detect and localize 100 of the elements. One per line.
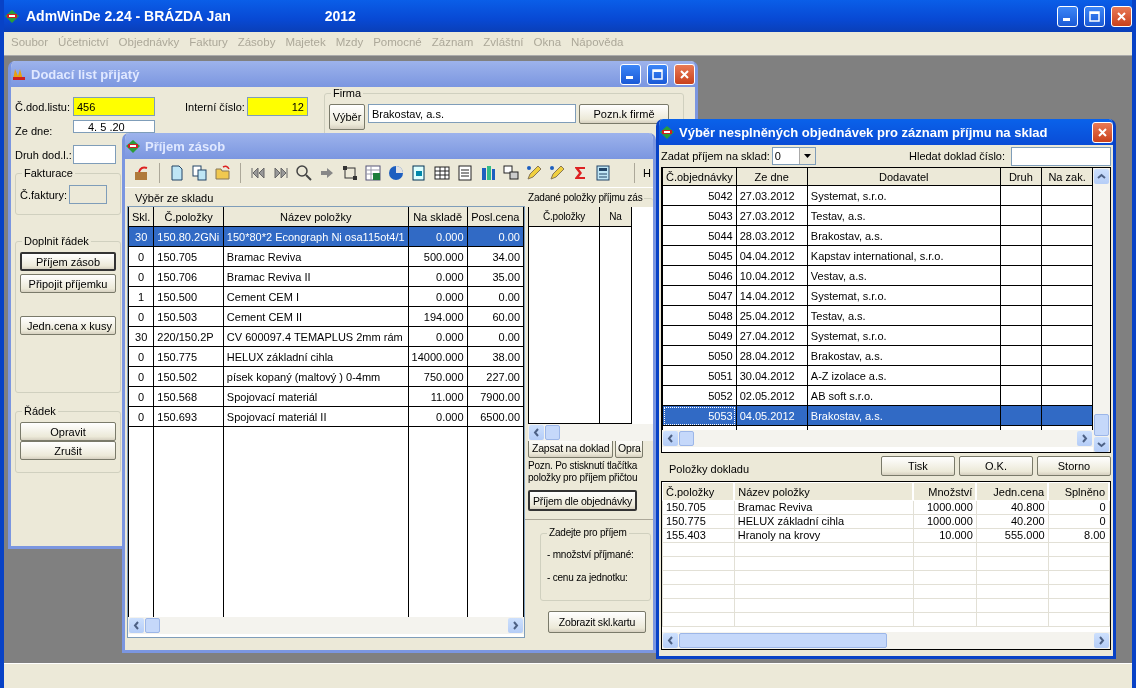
table-cell: 0	[1048, 514, 1109, 529]
table-cell: 0	[128, 246, 154, 267]
warehouse-dropdown[interactable]: 0	[771, 147, 816, 165]
field-label: Druh dod.l.:	[15, 148, 71, 161]
scroll-thumb[interactable]	[679, 431, 694, 446]
column-header[interactable]: Dodavatel	[807, 168, 1001, 186]
input-field[interactable]: Brakostav, a.s.	[368, 104, 576, 123]
field-label: Ze dne:	[15, 124, 54, 137]
column-header[interactable]: Posl.cena	[467, 207, 524, 227]
document-icon[interactable]	[168, 164, 186, 182]
action-button[interactable]: Připojit příjemku	[20, 274, 116, 293]
group-label: Doplnit řádek	[22, 235, 91, 247]
column-header[interactable]: Č.objednávky	[662, 168, 737, 186]
table-cell: 34.00	[467, 246, 524, 267]
table-cell: 1000.000	[913, 500, 977, 515]
empty-cell	[913, 612, 977, 627]
input-field[interactable]	[69, 185, 108, 204]
spreadsheet-icon[interactable]	[364, 164, 382, 182]
column-header[interactable]: Č.položky	[528, 207, 600, 227]
maximize-button[interactable]	[647, 63, 668, 85]
table-icon[interactable]	[433, 164, 451, 182]
table-cell: Vestav, a.s.	[807, 265, 1001, 286]
copy-icon[interactable]	[191, 164, 209, 182]
scrollbar[interactable]	[1093, 168, 1110, 452]
empty-cell	[1041, 205, 1093, 226]
pencil-icon[interactable]	[548, 164, 566, 182]
search-icon[interactable]	[295, 164, 313, 182]
table-cell: 27.04.2012	[736, 325, 808, 346]
table-cell: 150.705	[662, 500, 735, 515]
maximize-button[interactable]	[1084, 5, 1105, 27]
window-title: Příjem zásob	[145, 138, 226, 154]
input-field[interactable]: 12	[247, 97, 308, 116]
windows-icon[interactable]	[502, 164, 520, 182]
table-cell: 0.00	[467, 286, 524, 307]
column-header[interactable]: Č.položky	[662, 482, 735, 501]
pie-chart-icon[interactable]	[387, 164, 405, 182]
search-field[interactable]	[1011, 146, 1111, 166]
dialog-button[interactable]: Tisk	[881, 456, 955, 476]
close-button[interactable]	[1092, 121, 1113, 143]
table-cell: Systemat, s.r.o.	[807, 185, 1001, 206]
scrollbar[interactable]	[662, 632, 1110, 649]
column-header[interactable]: Na zak.	[1041, 168, 1093, 186]
page-icon[interactable]	[410, 164, 428, 182]
scroll-thumb[interactable]	[679, 633, 887, 648]
scroll-thumb[interactable]	[545, 425, 560, 440]
empty-cell	[1041, 185, 1093, 206]
stock-card-button[interactable]: Zobrazit skl.kartu	[548, 611, 646, 633]
date-field[interactable]: 4. 5 .20	[73, 120, 155, 133]
column-header[interactable]: Č.položky	[153, 207, 224, 227]
field-label: Hledat doklad číslo:	[909, 150, 1005, 162]
scrollbar[interactable]	[128, 617, 524, 634]
table-cell: 28.04.2012	[736, 345, 808, 366]
table-cell: 150.705	[153, 246, 224, 267]
column-header[interactable]: Druh	[1000, 168, 1042, 186]
input-field[interactable]: 456	[73, 97, 155, 116]
select-button[interactable]: Výběr	[329, 104, 365, 130]
table-cell: Systemat, s.r.o.	[807, 325, 1001, 346]
list-icon[interactable]	[456, 164, 474, 182]
column-header[interactable]: Název položky	[734, 482, 914, 501]
column-header[interactable]: Jedn.cena	[976, 482, 1049, 501]
column-header[interactable]: Na skladě	[408, 207, 468, 227]
table-cell: Spojovací materiál	[223, 386, 409, 407]
action-button[interactable]: Příjem zásob	[20, 252, 116, 271]
column-header[interactable]: Množství	[913, 482, 977, 501]
close-button[interactable]	[1111, 5, 1132, 27]
scroll-thumb[interactable]	[145, 618, 160, 633]
empty-cell	[1041, 365, 1093, 386]
table-cell: 750.000	[408, 366, 468, 387]
scrollbar[interactable]	[662, 430, 1094, 447]
table-cell: HELUX základní cihla	[734, 514, 914, 529]
frame-icon[interactable]	[341, 164, 359, 182]
app-year: 2012	[324, 8, 356, 24]
column-header[interactable]: Splněno	[1048, 482, 1109, 501]
column-header[interactable]: Skl.	[128, 207, 154, 227]
table-cell: HELUX základní cihla	[223, 346, 409, 367]
column-header[interactable]: Název položky	[223, 207, 409, 227]
column-header[interactable]: Na	[599, 207, 632, 227]
note-button[interactable]: Pozn.k firmě	[579, 104, 669, 124]
scroll-thumb[interactable]	[1094, 414, 1110, 436]
dialog-button[interactable]: O.K.	[959, 456, 1033, 476]
empty-cell	[1000, 365, 1042, 386]
app-logo-icon	[125, 138, 141, 154]
table-cell: písek kopaný (maltový ) 0-4mm	[223, 366, 409, 387]
input-field[interactable]	[73, 145, 116, 164]
folder-icon[interactable]	[214, 164, 232, 182]
column-header[interactable]: Ze dne	[736, 168, 808, 186]
table-cell: 150.568	[153, 386, 224, 407]
pencil-icon[interactable]	[525, 164, 543, 182]
action-button[interactable]: Opravit	[20, 422, 116, 441]
order-receipt-button[interactable]: Příjem dle objednávky	[528, 490, 638, 511]
action-button[interactable]: Zrušit	[20, 441, 116, 460]
action-button[interactable]: Jedn.cena x kusy	[20, 316, 116, 335]
minimize-button[interactable]	[1057, 5, 1078, 27]
table-cell: 7900.00	[467, 386, 524, 407]
scrollbar[interactable]	[528, 424, 653, 441]
close-button[interactable]	[674, 63, 695, 85]
calculator-icon[interactable]	[594, 164, 612, 182]
group-label: Zadané položky příjmu zás	[528, 192, 644, 203]
dialog-button[interactable]: Storno	[1037, 456, 1111, 476]
minimize-button[interactable]	[620, 63, 641, 85]
